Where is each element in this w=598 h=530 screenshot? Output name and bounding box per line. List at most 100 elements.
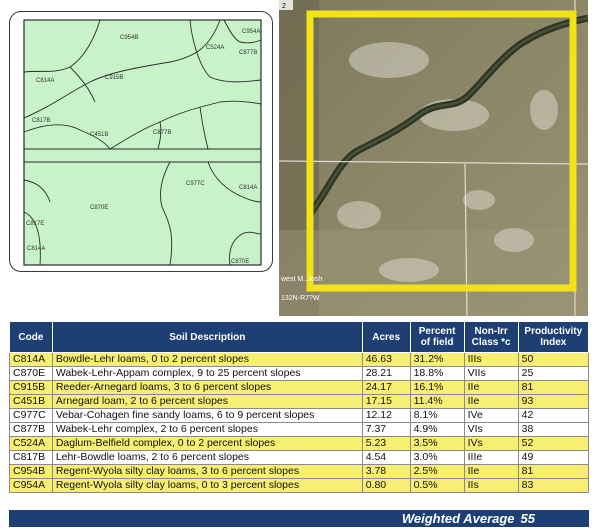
cell-class: IIe — [463, 380, 519, 395]
cell-productivity-index: 38 — [517, 422, 590, 437]
map-label-c524a: C524A — [206, 45, 224, 51]
cell-productivity-index: 50 — [517, 352, 590, 367]
cell-productivity-index: 52 — [517, 436, 590, 451]
cell-productivity-index: 81 — [517, 464, 590, 479]
table-row: C524A Daglum-Belfield complex, 0 to 2 per… — [9, 436, 590, 451]
header-percent-of-field: Percent of field — [409, 321, 465, 353]
cell-acres: 7.37 — [361, 422, 411, 437]
cell-code: C451B — [9, 394, 53, 409]
cell-percent: 18.8% — [409, 366, 465, 381]
cell-percent: 4.9% — [409, 422, 465, 437]
weighted-average-label: Weighted Average — [401, 511, 515, 526]
map-label-c877b: C877B — [153, 130, 171, 136]
corner-label: 2 — [282, 3, 286, 10]
header-soil-description: Soil Description — [51, 321, 363, 353]
cell-code: C954A — [9, 478, 53, 493]
weighted-average-bar: Weighted Average 55 — [9, 510, 589, 527]
map-label-c915b: C915B — [105, 75, 123, 81]
cell-code: C954B — [9, 464, 53, 479]
cell-soil-description: Daglum-Belfield complex, 0 to 2 percent … — [51, 436, 363, 451]
cell-soil-description: Reeder-Arnegard loams, 3 to 6 percent sl… — [51, 380, 363, 395]
cell-percent: 0.5% — [409, 478, 465, 493]
map-label-c870e: C870E — [90, 205, 108, 211]
aerial-photo: 2 west M...tosh 132N-R7?W — [279, 0, 588, 316]
cell-percent: 8.1% — [409, 408, 465, 423]
cell-soil-description: Lehr-Bowdle loams, 2 to 6 percent slopes — [51, 450, 363, 465]
cell-code: C817B — [9, 450, 53, 465]
soil-table: Code Soil Description Acres Percent of fi… — [9, 321, 590, 493]
table-row: C817B Lehr-Bowdle loams, 2 to 6 percent s… — [9, 450, 590, 465]
cell-class: IVs — [463, 436, 519, 451]
weighted-average-value: 55 — [520, 511, 535, 526]
cell-productivity-index: 42 — [517, 408, 590, 423]
header-productivity-index: Productivity Index — [517, 321, 590, 353]
cell-soil-description: Regent-Wyola silty clay loams, 3 to 6 pe… — [51, 464, 363, 479]
map-label-c954a: C954A — [242, 29, 260, 35]
soil-map-panel: C954B C524A C954A C877B C915B C814A C817… — [9, 11, 273, 272]
cell-acres: 5.23 — [361, 436, 411, 451]
cell-percent: 3.0% — [409, 450, 465, 465]
map-label-c977c: C977C — [186, 181, 205, 187]
cell-acres: 12.12 — [361, 408, 411, 423]
cell-percent: 31.2% — [409, 352, 465, 367]
cell-acres: 28.21 — [361, 366, 411, 381]
cell-soil-description: Vebar-Cohagen fine sandy loams, 6 to 9 p… — [51, 408, 363, 423]
table-row: C977C Vebar-Cohagen fine sandy loams, 6 t… — [9, 408, 590, 423]
table-row: C954B Regent-Wyola silty clay loams, 3 to… — [9, 464, 590, 479]
cell-code: C977C — [9, 408, 53, 423]
range-label: 132N-R7?W — [281, 295, 320, 302]
cell-class: IIIe — [463, 450, 519, 465]
cell-productivity-index: 83 — [517, 478, 590, 493]
table-row: C870E Wabek-Lehr-Appam complex, 9 to 25 p… — [9, 366, 590, 381]
cell-productivity-index: 93 — [517, 394, 590, 409]
cell-class: IIe — [463, 464, 519, 479]
soil-table-header: Code Soil Description Acres Percent of fi… — [9, 321, 590, 353]
table-row: C877B Wabek-Lehr complex, 2 to 6 percent … — [9, 422, 590, 437]
table-row: C954A Regent-Wyola silty clay loams, 0 to… — [9, 478, 590, 493]
table-row: C915B Reeder-Arnegard loams, 3 to 6 perce… — [9, 380, 590, 395]
map-label-c870e-bottom: C870E — [231, 259, 249, 265]
map-label-c877b-top: C877B — [239, 50, 257, 56]
cell-percent: 3.5% — [409, 436, 465, 451]
cell-code: C915B — [9, 380, 53, 395]
cell-class: IIe — [463, 394, 519, 409]
cell-code: C870E — [9, 366, 53, 381]
cell-productivity-index: 49 — [517, 450, 590, 465]
cell-acres: 24.17 — [361, 380, 411, 395]
cell-percent: 11.4% — [409, 394, 465, 409]
cell-acres: 3.78 — [361, 464, 411, 479]
cell-soil-description: Wabek-Lehr-Appam complex, 9 to 25 percen… — [51, 366, 363, 381]
map-label-c814a-right: C814A — [239, 185, 257, 191]
cell-productivity-index: 81 — [517, 380, 590, 395]
cell-code: C524A — [9, 436, 53, 451]
cell-class: IVe — [463, 408, 519, 423]
cell-class: VIs — [463, 422, 519, 437]
header-non-irr-class: Non-Irr Class *c — [463, 321, 519, 353]
cell-soil-description: Wabek-Lehr complex, 2 to 6 percent slope… — [51, 422, 363, 437]
cell-soil-description: Regent-Wyola silty clay loams, 0 to 3 pe… — [51, 478, 363, 493]
cell-class: IIIs — [463, 352, 519, 367]
map-label-c451b: C451B — [90, 132, 108, 138]
cell-productivity-index: 25 — [517, 366, 590, 381]
cell-soil-description: Arnegard loam, 2 to 6 percent slopes — [51, 394, 363, 409]
cell-percent: 16.1% — [409, 380, 465, 395]
cell-percent: 2.5% — [409, 464, 465, 479]
map-label-c814a-bottom: C814A — [27, 246, 45, 252]
header-acres: Acres — [361, 321, 411, 353]
cell-soil-description: Bowdle-Lehr loams, 0 to 2 percent slopes — [51, 352, 363, 367]
map-label-c954b-top: C954B — [120, 35, 138, 41]
cell-class: IIs — [463, 478, 519, 493]
table-row: C451B Arnegard loam, 2 to 6 percent slope… — [9, 394, 590, 409]
soil-table-body: C814A Bowdle-Lehr loams, 0 to 2 percent s… — [9, 352, 590, 493]
cell-acres: 4.54 — [361, 450, 411, 465]
cell-acres: 46.63 — [361, 352, 411, 367]
map-label-c814a-top: C814A — [36, 78, 54, 84]
cell-code: C814A — [9, 352, 53, 367]
map-label-c817e: C817E — [26, 221, 44, 227]
cell-code: C877B — [9, 422, 53, 437]
cell-acres: 0.80 — [361, 478, 411, 493]
map-label-c817b: C817B — [32, 118, 50, 124]
township-label: west M...tosh — [280, 276, 322, 283]
soil-map: C954B C524A C954A C877B C915B C814A C817… — [23, 19, 262, 266]
cell-class: VIIs — [463, 366, 519, 381]
